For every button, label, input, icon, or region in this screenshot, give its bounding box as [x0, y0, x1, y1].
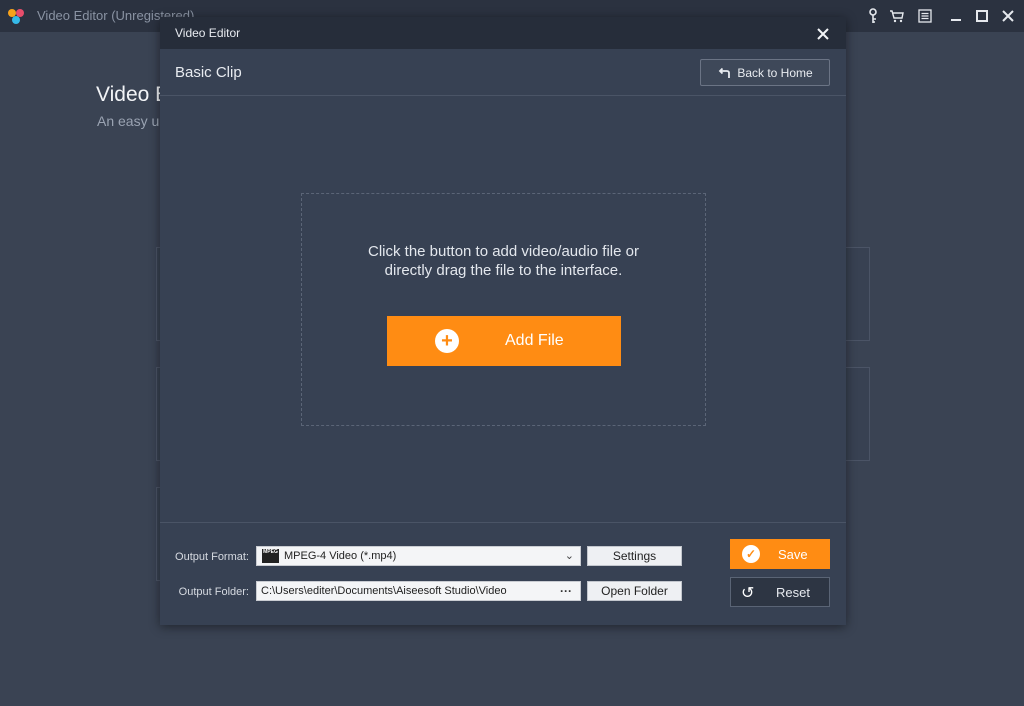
- output-folder-field[interactable]: C:\Users\editer\Documents\Aiseesoft Stud…: [256, 581, 581, 601]
- save-label: Save: [778, 547, 808, 562]
- reset-label: Reset: [776, 585, 810, 600]
- reset-icon: ↺: [741, 585, 755, 602]
- add-file-button[interactable]: + Add File: [387, 316, 621, 366]
- divider: [160, 522, 846, 523]
- open-folder-button[interactable]: Open Folder: [587, 581, 682, 601]
- file-drop-zone[interactable]: Click the button to add video/audio file…: [301, 193, 706, 426]
- output-format-select[interactable]: MPEG MPEG-4 Video (*.mp4) ⌄: [256, 546, 581, 566]
- video-editor-dialog: Video Editor Basic Clip Back to Home Cli…: [160, 17, 846, 625]
- add-file-label: Add File: [505, 332, 564, 349]
- register-icon[interactable]: [917, 8, 933, 24]
- app-logo-icon: [8, 9, 24, 24]
- chevron-down-icon: ⌄: [564, 550, 574, 562]
- drop-instructions: Click the button to add video/audio file…: [302, 242, 705, 280]
- dialog-titlebar: Video Editor: [160, 17, 846, 49]
- cart-icon[interactable]: [889, 8, 905, 24]
- home-subtitle: An easy u: [97, 113, 160, 129]
- output-format-value: MPEG-4 Video (*.mp4): [284, 550, 397, 562]
- home-title: Video E: [96, 83, 170, 106]
- browse-dots-icon[interactable]: ···: [560, 582, 572, 600]
- output-format-label: Output Format:: [175, 551, 249, 563]
- section-title: Basic Clip: [175, 64, 242, 81]
- maximize-icon[interactable]: [974, 8, 990, 24]
- output-folder-label: Output Folder:: [178, 586, 249, 598]
- output-folder-value: C:\Users\editer\Documents\Aiseesoft Stud…: [261, 585, 507, 597]
- minimize-icon[interactable]: [948, 8, 964, 24]
- back-to-home-button[interactable]: Back to Home: [700, 59, 830, 86]
- check-icon: ✓: [742, 545, 760, 563]
- save-button[interactable]: ✓ Save: [730, 539, 830, 569]
- clip-header: Basic Clip Back to Home: [160, 49, 846, 96]
- settings-button[interactable]: Settings: [587, 546, 682, 566]
- drop-instructions-line2: directly drag the file to the interface.: [384, 262, 623, 279]
- reset-button[interactable]: ↺ Reset: [730, 577, 830, 607]
- back-arrow-icon: [719, 67, 731, 78]
- dialog-close-icon[interactable]: [814, 25, 832, 43]
- key-icon[interactable]: [865, 8, 881, 24]
- close-icon[interactable]: [1000, 8, 1016, 24]
- plus-icon: +: [435, 329, 459, 353]
- back-to-home-label: Back to Home: [737, 65, 813, 80]
- dialog-title: Video Editor: [175, 26, 241, 40]
- drop-instructions-line1: Click the button to add video/audio file…: [367, 243, 639, 260]
- mpeg-format-icon: MPEG: [262, 549, 279, 563]
